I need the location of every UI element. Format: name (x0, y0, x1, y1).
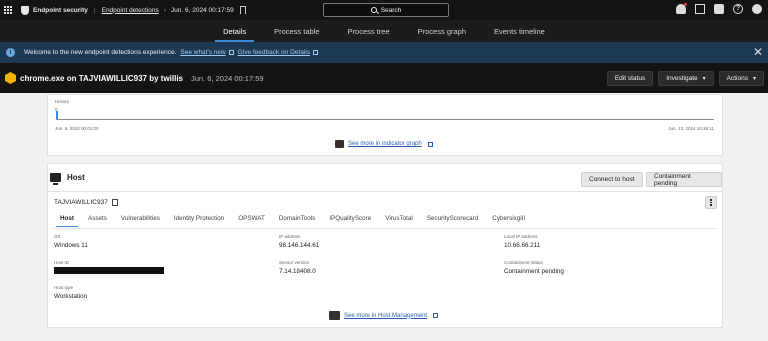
divider (48, 191, 722, 192)
timeline-end: Jun. 13, 2024 10:36:11 (668, 126, 714, 131)
containment-status-label: Containment status (504, 260, 543, 265)
whats-new-link[interactable]: See what's new (180, 49, 225, 56)
app-menu-icon[interactable] (4, 5, 13, 15)
hostname: TAJVIAWILLIC937 (54, 199, 108, 206)
os-value: Windows 11 (54, 242, 88, 249)
containment-pending-button[interactable]: Containment pending (646, 172, 722, 187)
chevron-right-icon: › (163, 6, 166, 14)
investigate-label: Investigate (666, 75, 698, 82)
indicator-graph-link-label: See more in indicator graph (348, 141, 422, 147)
computer-icon (329, 311, 340, 320)
shield-icon (21, 5, 29, 15)
edit-status-button[interactable]: Edit status (606, 71, 654, 86)
tab-process-tree[interactable]: Process tree (334, 20, 404, 42)
investigate-button[interactable]: Investigate ▾ (658, 71, 714, 86)
host-card: Host Connect to host Containment pending… (47, 163, 723, 328)
tab-events-timeline[interactable]: Events timeline (480, 20, 559, 42)
detection-title: chrome.exe on TAJVIAWILLIC937 by twillis (20, 73, 184, 83)
breadcrumb-current: Jun. 6, 2024 00:17:59 (170, 6, 234, 14)
banner-message: Welcome to the new endpoint detections e… (24, 49, 177, 56)
product-name: Endpoint security (33, 6, 88, 14)
computer-icon (50, 173, 61, 185)
chevron-down-icon: ▾ (702, 76, 706, 82)
subtab-identity-protection[interactable]: Identity Protection (167, 215, 231, 227)
subtab-vulnerabilities[interactable]: Vulnerabilities (114, 215, 167, 227)
hostname-row: TAJVIAWILLIC937 (54, 199, 118, 206)
subtabs-divider (53, 228, 717, 229)
more-options-button[interactable] (705, 196, 717, 209)
timeline-start: Jun. 6, 2024 00:01:00 (55, 126, 99, 131)
subtab-assets[interactable]: Assets (81, 215, 114, 227)
external-link-icon (312, 50, 318, 55)
subtab-securityscorecard[interactable]: SecurityScorecard (420, 215, 485, 227)
timeline-axis-label: History (55, 99, 70, 104)
tab-process-table[interactable]: Process table (260, 20, 333, 42)
actions-label: Actions (726, 75, 748, 82)
sensor-version-label: Sensor version (279, 260, 310, 265)
notifications-icon[interactable] (676, 3, 687, 14)
indicator-timeline-card: History 0 Jun. 6, 2024 00:01:00 Jun. 13,… (47, 94, 723, 156)
help-icon[interactable]: ? (733, 4, 743, 14)
subtab-virustotal[interactable]: VirusTotal (378, 215, 420, 227)
separator: | (93, 6, 96, 14)
sensor-version-value: 7.14.18408.0 (279, 268, 316, 275)
external-link-icon (433, 313, 439, 318)
info-banner: i Welcome to the new endpoint detections… (0, 42, 768, 63)
external-link-icon (427, 141, 433, 147)
host-heading: Host (50, 173, 85, 185)
bookmark-icon[interactable] (239, 6, 246, 14)
detection-date: Jun. 6, 2024 00:17:59 (191, 73, 264, 83)
header-actions: Edit status Investigate ▾ Actions ▾ (606, 71, 764, 86)
host-subtabs: Host Assets Vulnerabilities Identity Pro… (53, 215, 532, 227)
host-id-label: Host ID (54, 260, 70, 265)
subtab-cybersixgill[interactable]: CybersixgiII (485, 215, 532, 227)
subtab-host[interactable]: Host (53, 215, 81, 227)
external-link-icon (228, 50, 234, 55)
local-ip-value: 10.66.66.211 (504, 242, 541, 249)
search-label: Search (380, 6, 402, 14)
os-label: OS (54, 234, 61, 239)
timeline-axis (56, 119, 714, 120)
search-icon (370, 7, 377, 13)
subtab-opswat[interactable]: OPSWAT (231, 215, 272, 227)
feedback-link[interactable]: Give feedback on Details (238, 49, 310, 56)
host-type-label: Host type (54, 285, 74, 290)
top-icons: ? (676, 3, 762, 14)
search-button[interactable]: Search (323, 3, 449, 17)
info-icon: i (6, 48, 15, 57)
host-management-link-label: See more in Host Management (344, 312, 428, 319)
detail-tabs: Details Process table Process tree Proce… (0, 20, 768, 42)
chevron-down-icon: ▾ (752, 76, 756, 82)
host-type-value: Workstation (54, 293, 88, 300)
connect-to-host-button[interactable]: Connect to host (581, 172, 643, 187)
user-avatar-icon[interactable] (752, 4, 762, 14)
host-title: Host (67, 173, 85, 182)
ip-label: IP address (279, 234, 301, 239)
indicator-graph-link[interactable]: See more in indicator graph (335, 140, 433, 148)
local-ip-label: Local IP address (504, 234, 538, 239)
breadcrumb-endpoint-detections[interactable]: Endpoint detections (102, 7, 159, 14)
subtab-ipqualityscore[interactable]: IPQualityScore (322, 215, 378, 227)
host-management-link[interactable]: See more in Host Management (329, 311, 439, 320)
containment-status-value: Containment pending (504, 268, 564, 275)
redacted-host-id (54, 267, 164, 274)
ip-value: 98.146.144.61 (279, 242, 320, 249)
subtab-domaintools[interactable]: DomainTools (272, 215, 322, 227)
detection-header: chrome.exe on TAJVIAWILLIC937 by twillis… (0, 63, 768, 93)
edit-status-label: Edit status (614, 75, 646, 82)
actions-button[interactable]: Actions ▾ (718, 71, 764, 86)
tab-process-graph[interactable]: Process graph (404, 20, 480, 42)
copy-icon[interactable] (111, 199, 118, 206)
close-icon[interactable]: ✕ (753, 46, 763, 58)
apps-icon[interactable] (695, 4, 705, 14)
chat-icon[interactable] (714, 4, 724, 14)
tab-details[interactable]: Details (209, 20, 260, 42)
severity-hexagon-icon (5, 72, 16, 84)
graph-icon (335, 140, 344, 148)
